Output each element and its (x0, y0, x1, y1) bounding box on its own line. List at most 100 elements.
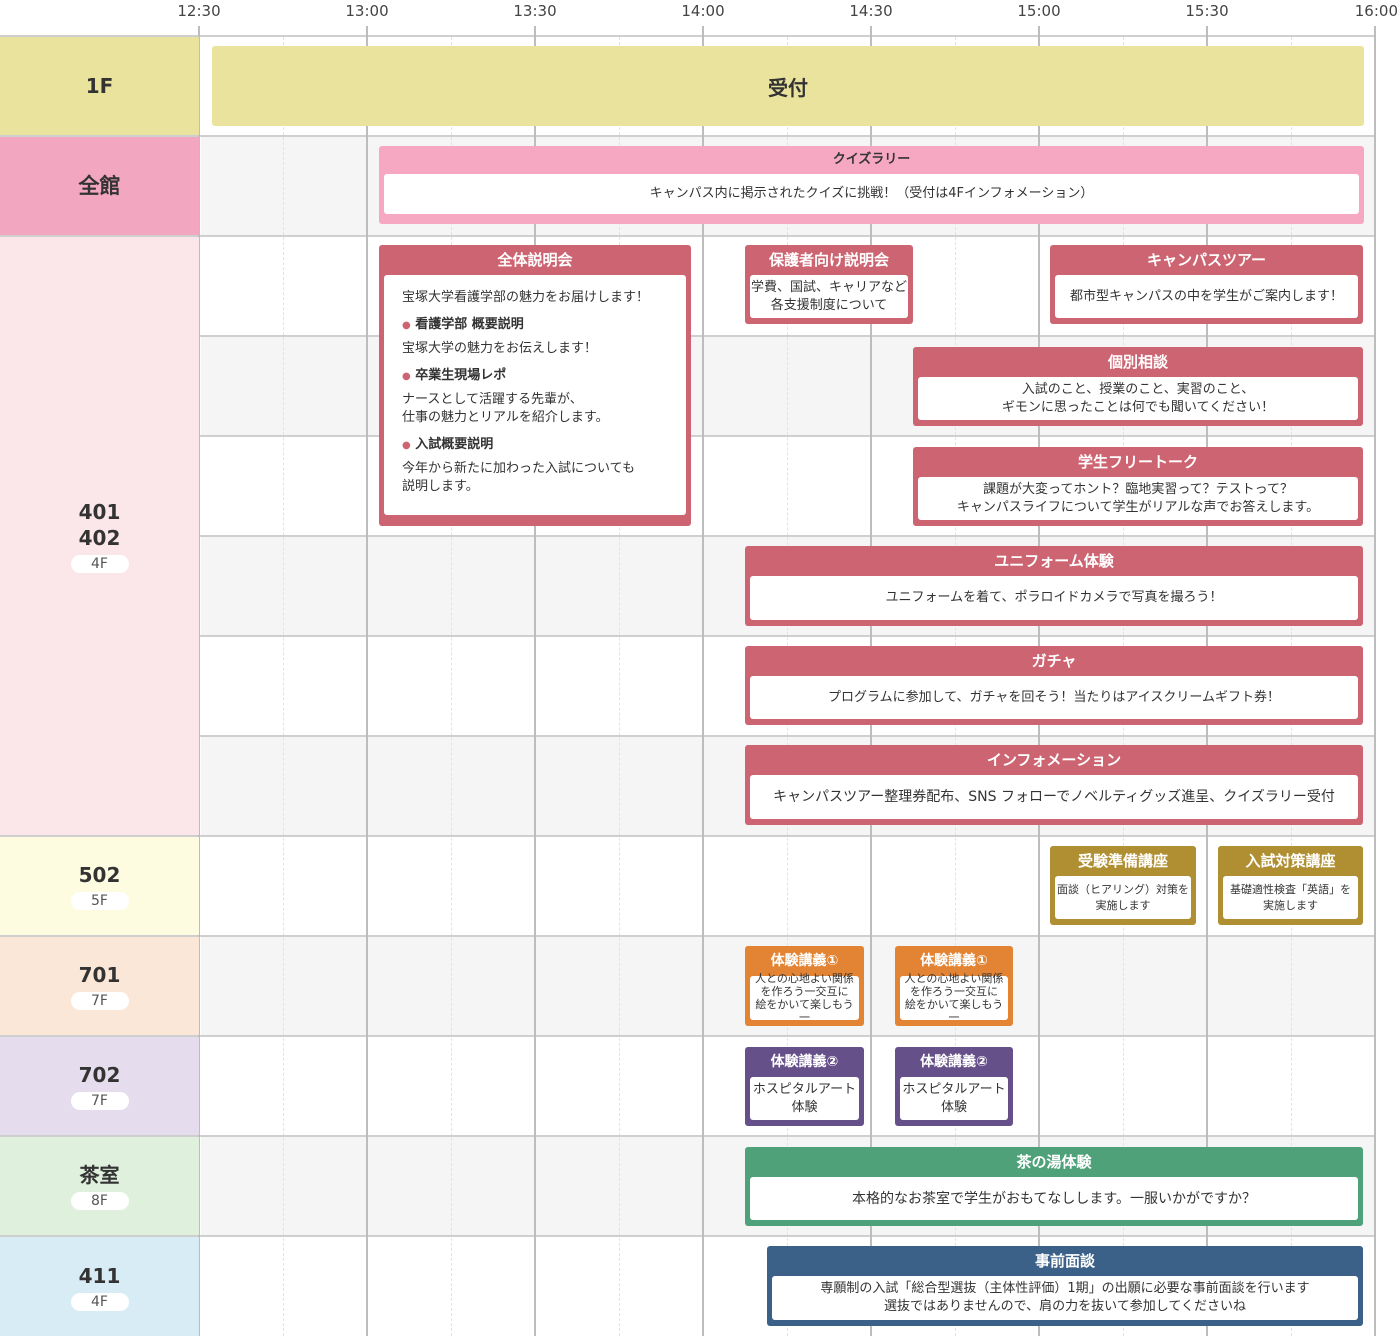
event-text-line: ホスピタルアート (902, 1081, 1006, 1097)
event-body: ユニフォームを着て、ポラロイドカメラで写真を撮ろう！ (750, 576, 1358, 620)
event-reception[interactable]: 受付 (212, 46, 1364, 126)
event-body: 学費、国試、キャリアなど 各支援制度について (750, 275, 908, 318)
row-divider (199, 635, 1376, 637)
briefing-item-text: 宝塚大学の魅力をお伝えします！ (402, 341, 598, 356)
event-text-line: 学費、国試、キャリアなど (750, 279, 907, 295)
event-text-line: 絵をかいて楽しもう一 (755, 998, 854, 1024)
event-body: 専願制の入試「総合型選抜（主体性評価）1期」の出願に必要な事前面談を行います 選… (772, 1276, 1358, 1320)
event-body: ホスピタルアート 体験 (750, 1077, 859, 1120)
event-body: 人との心地よい関係 を作ろう一交互に 絵をかいて楽しもう一 (900, 972, 1008, 1024)
event-pre-interview[interactable]: 事前面談 専願制の入試「総合型選抜（主体性評価）1期」の出願に必要な事前面談を行… (767, 1246, 1363, 1326)
event-title: 保護者向け説明会 (768, 251, 889, 269)
event-text-line: ギモンに思ったことは何でも聞いてください！ (1001, 399, 1275, 415)
event-body: キャンパス内に掲示されたクイズに挑戦！（受付は4Fインフォメーション） (384, 174, 1359, 214)
room-name: 402 (78, 526, 121, 550)
room-name: 702 (78, 1063, 121, 1087)
floor-badge: 4F (70, 555, 129, 573)
event-title: 入試対策講座 (1245, 852, 1336, 870)
grid-line (366, 26, 368, 1336)
briefing-item-head: ● 看護学部 概要説明 (402, 317, 524, 332)
event-body: ホスピタルアート 体験 (900, 1077, 1008, 1120)
event-lecture-2[interactable]: 体験講義② ホスピタルアート 体験 (745, 1047, 864, 1126)
event-exam-course[interactable]: 入試対策講座 基礎適性検査「英語」を 実施します (1218, 846, 1363, 925)
event-body: 宝塚大学看護学部の魅力をお届けします！ ● 看護学部 概要説明 宝塚大学の魅力を… (384, 275, 686, 515)
room-name: 401 (78, 500, 121, 524)
event-title: キャンパスツアー (1146, 251, 1267, 269)
row-divider (0, 1135, 1376, 1137)
row-divider (199, 335, 1376, 337)
event-body: プログラムに参加して、ガチャを回そう！当たりはアイスクリームギフト券！ (750, 676, 1358, 719)
floor-badge: 5F (70, 892, 129, 910)
event-text-line: 絵をかいて楽しもう一 (904, 998, 1004, 1024)
event-quiz-rally[interactable]: クイズラリー キャンパス内に掲示されたクイズに挑戦！（受付は4Fインフォメーショ… (379, 146, 1364, 224)
event-text-line: 人との心地よい関係 (904, 972, 1004, 985)
briefing-item-text: 今年から新たに加わった入試についても (402, 461, 635, 476)
row-divider (199, 735, 1376, 737)
row-divider (0, 35, 1376, 37)
event-general-briefing[interactable]: 全体説明会 宝塚大学看護学部の魅力をお届けします！ ● 看護学部 概要説明 宝塚… (379, 245, 691, 526)
briefing-intro: 宝塚大学看護学部の魅力をお届けします！ (402, 290, 650, 305)
briefing-item-head: ● 卒業生現場レポ (402, 368, 507, 383)
event-text-line: ホスピタルアート (752, 1081, 857, 1097)
event-parents-briefing[interactable]: 保護者向け説明会 学費、国試、キャリアなど 各支援制度について (745, 245, 913, 324)
event-text-line: 体験 (791, 1099, 818, 1115)
event-lecture-2[interactable]: 体験講義② ホスピタルアート 体験 (895, 1047, 1013, 1126)
row-divider (0, 835, 1376, 837)
event-text-line: を作ろう一交互に (910, 985, 998, 998)
room-702: 702 7F (0, 1037, 199, 1135)
time-label: 16:00 (1354, 2, 1398, 20)
room-502: 502 5F (0, 837, 199, 935)
event-student-free-talk[interactable]: 学生フリートーク 課題が大変ってホント？臨地実習って？テストって？ キャンパスラ… (913, 447, 1363, 526)
event-title: 全体説明会 (497, 251, 573, 269)
room-name: 701 (78, 963, 121, 987)
time-label: 15:30 (1185, 2, 1229, 20)
time-label: 14:00 (681, 2, 725, 20)
event-title: 事前面談 (1034, 1252, 1095, 1270)
room-name: 411 (78, 1263, 121, 1288)
event-text-line: キャンパスライフについて学生がリアルな声でお答えします。 (956, 499, 1320, 515)
row-divider (199, 535, 1376, 537)
briefing-item-text: 説明します。 (402, 479, 479, 494)
room-all: 全館 (0, 137, 199, 235)
event-title: 体験講義② (770, 1054, 839, 1070)
row-divider (0, 1235, 1376, 1237)
grid-dash (283, 37, 284, 1336)
event-body: 面談（ヒアリング）対策を 実施します (1055, 876, 1191, 919)
event-gacha[interactable]: ガチャ プログラムに参加して、ガチャを回そう！当たりはアイスクリームギフト券！ (745, 646, 1363, 725)
event-lecture-1[interactable]: 体験講義① 人との心地よい関係 を作ろう一交互に 絵をかいて楽しもう一 (745, 946, 864, 1026)
event-title: インフォメーション (986, 751, 1122, 769)
room-1f: 1F (0, 37, 199, 135)
floor-badge: 7F (70, 992, 129, 1010)
event-exam-prep[interactable]: 受験準備講座 面談（ヒアリング）対策を 実施します (1050, 846, 1196, 925)
event-text-line: 課題が大変ってホント？臨地実習って？テストって？ (982, 481, 1294, 497)
floor-badge: 4F (70, 1292, 129, 1311)
event-text-line: 面談（ヒアリング）対策を (1057, 882, 1189, 896)
event-body: 基礎適性検査「英語」を 実施します (1223, 876, 1358, 919)
event-title: 個別相談 (1107, 353, 1168, 371)
event-text-line: 各支援制度について (770, 297, 888, 313)
briefing-item-text: ナースとして活躍する先輩が、 (402, 392, 583, 407)
room-401-402: 401 402 4F (0, 237, 199, 835)
grid-dash (619, 37, 620, 1336)
room-701: 701 7F (0, 937, 199, 1035)
event-text-line: 入試のこと、授業のこと、実習のこと、 (1021, 381, 1255, 397)
event-text-line: 選抜ではありませんので、肩の力を抜いて参加してくださいね (884, 1299, 1246, 1314)
event-individual-consultation[interactable]: 個別相談 入試のこと、授業のこと、実習のこと、 ギモンに思ったことは何でも聞いて… (913, 347, 1363, 426)
event-campus-tour[interactable]: キャンパスツアー 都市型キャンパスの中を学生がご案内します！ (1050, 245, 1363, 324)
event-body: 都市型キャンパスの中を学生がご案内します！ (1055, 275, 1358, 318)
room-name: 1F (85, 74, 114, 98)
row-divider (0, 1035, 1376, 1037)
event-body: キャンパスツアー整理券配布、SNS フォローでノベルティグッズ進呈、クイズラリー… (750, 775, 1358, 819)
event-title: ユニフォーム体験 (994, 552, 1114, 570)
event-text-line: 体験 (940, 1099, 967, 1115)
event-uniform-experience[interactable]: ユニフォーム体験 ユニフォームを着て、ポラロイドカメラで写真を撮ろう！ (745, 546, 1363, 626)
event-information[interactable]: インフォメーション キャンパスツアー整理券配布、SNS フォローでノベルティグッ… (745, 745, 1363, 825)
floor-badge: 7F (70, 1092, 129, 1110)
event-body: 入試のこと、授業のこと、実習のこと、 ギモンに思ったことは何でも聞いてください！ (918, 377, 1358, 420)
room-name: 502 (78, 863, 121, 887)
event-lecture-1[interactable]: 体験講義① 人との心地よい関係 を作ろう一交互に 絵をかいて楽しもう一 (895, 946, 1013, 1026)
event-tea-ceremony[interactable]: 茶の湯体験 本格的なお茶室で学生がおもてなしします。一服いかがですか？ (745, 1147, 1363, 1226)
event-title: 体験講義② (920, 1054, 988, 1070)
event-text-line: 実施します (1095, 898, 1151, 912)
row-divider (0, 235, 1376, 237)
